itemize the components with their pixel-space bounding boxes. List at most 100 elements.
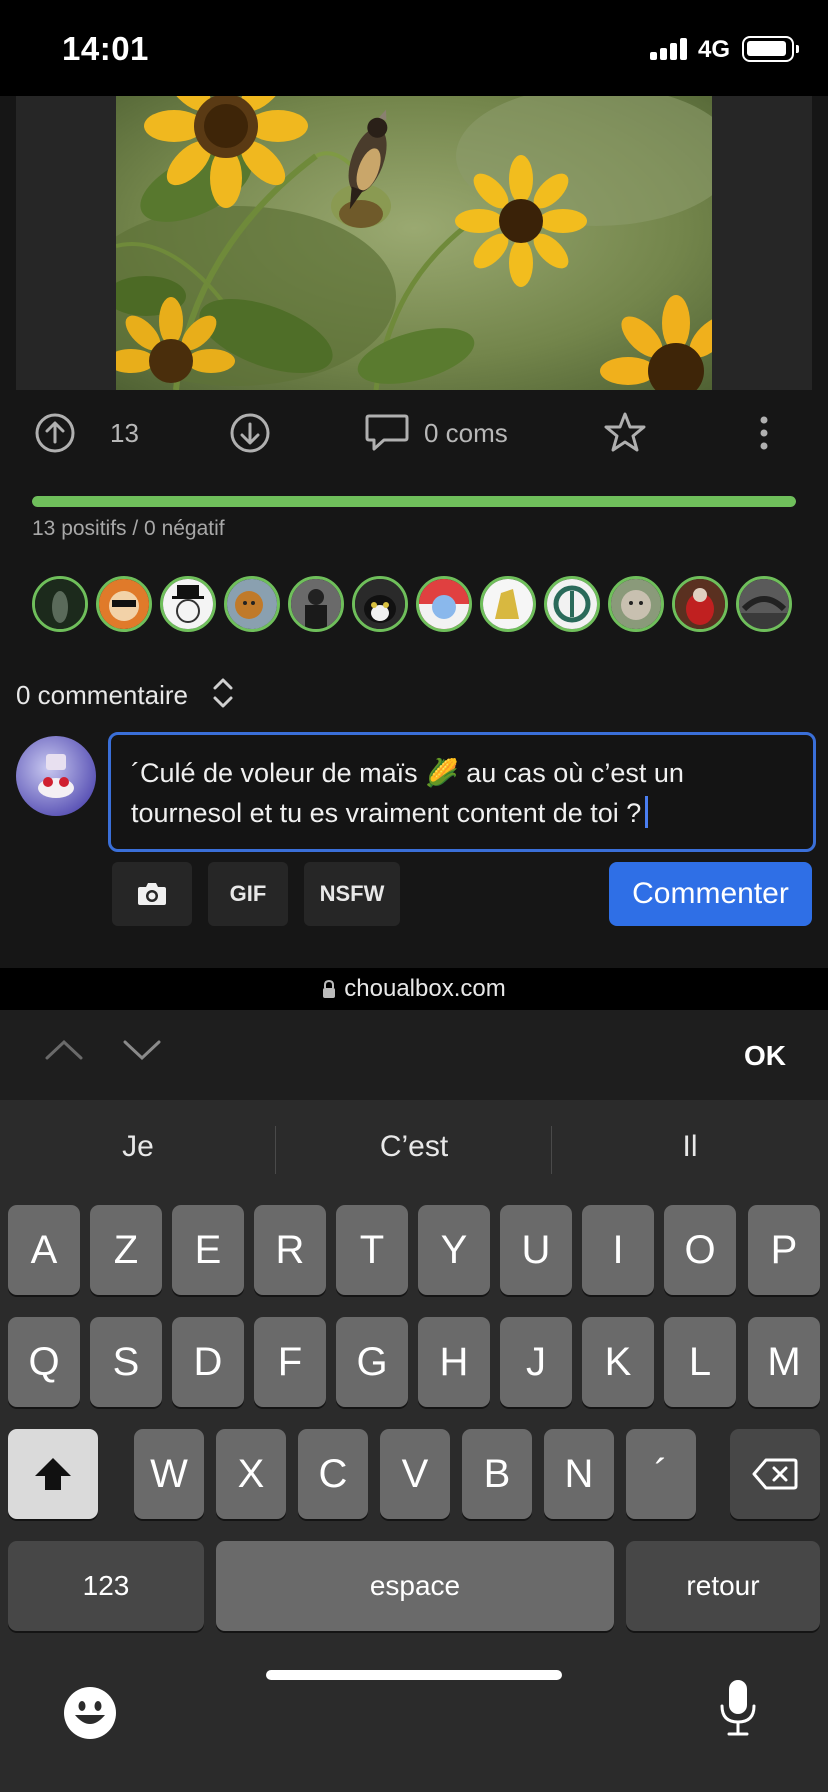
voter-avatar[interactable]: [32, 576, 88, 632]
key-f[interactable]: F: [254, 1317, 326, 1407]
post-media: [16, 96, 812, 390]
comment-input[interactable]: ´Culé de voleur de maïs 🌽 au cas où c’es…: [108, 732, 816, 852]
previous-field-button[interactable]: [44, 1038, 84, 1067]
post-image[interactable]: [116, 96, 712, 390]
voter-avatar[interactable]: [96, 576, 152, 632]
current-user-avatar: [16, 736, 96, 816]
microphone-icon: [720, 1680, 756, 1736]
more-vertical-icon: [760, 416, 768, 450]
vote-ratio-bar: [32, 496, 796, 507]
favorite-button[interactable]: [603, 410, 647, 454]
shift-icon: [35, 1458, 71, 1490]
emoji-button[interactable]: [62, 1685, 118, 1746]
voter-avatar[interactable]: [416, 576, 472, 632]
key-x[interactable]: X: [216, 1429, 286, 1519]
voter-avatars: [32, 576, 802, 632]
status-time: 14:01: [62, 30, 149, 67]
key-l[interactable]: L: [664, 1317, 736, 1407]
battery-icon: [742, 36, 799, 62]
comments-header: 0 commentaire: [16, 676, 234, 715]
post-actions: 13 0 coms: [0, 406, 828, 462]
voter-avatar[interactable]: [480, 576, 536, 632]
key-n[interactable]: N: [544, 1429, 614, 1519]
keyboard-accessory-bar: OK: [0, 1010, 828, 1100]
vote-ratio-fill: [32, 496, 796, 507]
key-w[interactable]: W: [134, 1429, 204, 1519]
key-r[interactable]: R: [254, 1205, 326, 1295]
voter-avatar[interactable]: [544, 576, 600, 632]
key-t[interactable]: T: [336, 1205, 408, 1295]
key-h[interactable]: H: [418, 1317, 490, 1407]
photo-upload-button[interactable]: [112, 862, 192, 926]
key-q[interactable]: Q: [8, 1317, 80, 1407]
key-s[interactable]: S: [90, 1317, 162, 1407]
comments-title: 0 commentaire: [16, 680, 188, 710]
vote-summary: 13 positifs / 0 négatif: [32, 517, 225, 540]
key-acute-accent[interactable]: ´: [626, 1429, 696, 1519]
key-a[interactable]: A: [8, 1205, 80, 1295]
voter-avatar[interactable]: [352, 576, 408, 632]
voter-avatar[interactable]: [288, 576, 344, 632]
nsfw-button[interactable]: NSFW: [304, 862, 400, 926]
key-k[interactable]: K: [582, 1317, 654, 1407]
voter-avatar[interactable]: [160, 576, 216, 632]
sort-button[interactable]: [212, 676, 234, 715]
key-b[interactable]: B: [462, 1429, 532, 1519]
key-p[interactable]: P: [748, 1205, 820, 1295]
voter-avatar[interactable]: [672, 576, 728, 632]
key-m[interactable]: M: [748, 1317, 820, 1407]
upvote-button[interactable]: [34, 412, 76, 454]
suggestion-3[interactable]: Il: [552, 1130, 828, 1164]
keyboard: Je C’est Il A Z E R T Y U I O P Q S D F …: [0, 1100, 828, 1792]
emoji-icon: [64, 1687, 116, 1739]
keyboard-done-button[interactable]: OK: [744, 1040, 786, 1072]
arrow-down-circle-icon: [230, 413, 270, 453]
voter-avatar[interactable]: [224, 576, 280, 632]
signal-icon: [650, 38, 688, 60]
key-c[interactable]: C: [298, 1429, 368, 1519]
post-page: 13 0 coms 13 positifs / 0 négatif 0 comm…: [0, 96, 828, 968]
suggestion-1[interactable]: Je: [0, 1130, 276, 1164]
next-field-button[interactable]: [122, 1038, 162, 1067]
camera-icon: [138, 883, 166, 905]
suggestion-bar: Je C’est Il: [0, 1100, 828, 1200]
shift-key[interactable]: [8, 1429, 98, 1519]
key-e[interactable]: E: [172, 1205, 244, 1295]
key-g[interactable]: G: [336, 1317, 408, 1407]
key-u[interactable]: U: [500, 1205, 572, 1295]
chevron-up-icon: [45, 1039, 83, 1060]
numbers-key[interactable]: 123: [8, 1541, 204, 1631]
return-key[interactable]: retour: [626, 1541, 820, 1631]
more-options-button[interactable]: [756, 412, 772, 454]
network-type: 4G: [698, 36, 731, 63]
dictation-button[interactable]: [718, 1678, 758, 1743]
key-o[interactable]: O: [664, 1205, 736, 1295]
speech-bubble-icon: [365, 414, 409, 451]
backspace-key[interactable]: [730, 1429, 820, 1519]
key-z[interactable]: Z: [90, 1205, 162, 1295]
gif-button[interactable]: GIF: [208, 862, 288, 926]
comment-input-text: ´Culé de voleur de maïs 🌽 au cas où c’es…: [131, 758, 684, 828]
sort-chevrons-icon: [213, 678, 233, 708]
upvote-count: 13: [110, 418, 139, 448]
comments-count: 0 coms: [424, 417, 508, 448]
key-i[interactable]: I: [582, 1205, 654, 1295]
lock-icon: [323, 979, 336, 998]
browser-url-bar[interactable]: choualbox.com: [0, 968, 828, 1010]
voter-avatar[interactable]: [736, 576, 792, 632]
home-indicator[interactable]: [266, 1670, 562, 1680]
text-caret: [645, 796, 649, 828]
key-y[interactable]: Y: [418, 1205, 490, 1295]
voter-avatar[interactable]: [608, 576, 664, 632]
key-d[interactable]: D: [172, 1317, 244, 1407]
suggestion-2[interactable]: C’est: [276, 1130, 552, 1164]
comments-button[interactable]: 0 coms: [364, 412, 508, 454]
arrow-up-circle-icon: [35, 413, 75, 453]
key-v[interactable]: V: [380, 1429, 450, 1519]
space-key[interactable]: espace: [216, 1541, 614, 1631]
backspace-icon: [752, 1458, 798, 1490]
downvote-button[interactable]: [229, 412, 271, 454]
key-j[interactable]: J: [500, 1317, 572, 1407]
submit-comment-button[interactable]: Commenter: [609, 862, 812, 926]
url-text: choualbox.com: [344, 975, 506, 1002]
